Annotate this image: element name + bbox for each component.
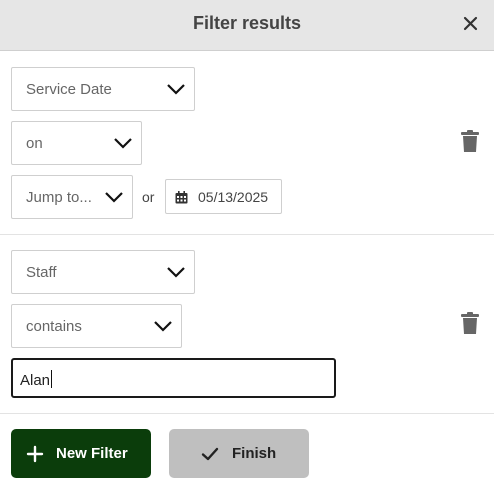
new-filter-button[interactable]: New Filter <box>11 429 151 478</box>
dialog-title: Filter results <box>192 13 302 33</box>
filter-operator-select[interactable]: on <box>11 121 142 165</box>
footer-divider <box>0 413 494 414</box>
filter-operator-value: on <box>26 135 43 152</box>
filter-field-select[interactable]: Staff <box>11 250 195 294</box>
filter-field-value: Service Date <box>26 81 112 98</box>
checkmark-icon <box>201 447 219 461</box>
date-input[interactable]: 05/13/2025 <box>165 179 282 214</box>
close-icon[interactable] <box>460 10 482 36</box>
filter-field-select[interactable]: Service Date <box>11 67 195 111</box>
calendar-icon <box>175 191 188 204</box>
finish-button[interactable]: Finish <box>169 429 309 478</box>
chevron-down-icon <box>154 321 172 332</box>
trash-icon[interactable] <box>460 129 480 153</box>
chevron-down-icon <box>114 138 132 149</box>
filter-divider <box>0 234 494 235</box>
filter-value-text: Alan <box>20 372 51 389</box>
chevron-down-icon <box>105 192 123 203</box>
chevron-down-icon <box>167 267 185 278</box>
jump-to-select[interactable]: Jump to... <box>11 175 133 219</box>
dialog-header: Filter results <box>0 0 494 51</box>
date-value: 05/13/2025 <box>198 189 269 205</box>
text-caret <box>51 370 53 388</box>
new-filter-label: New Filter <box>56 445 128 462</box>
trash-icon[interactable] <box>460 311 480 335</box>
filter-operator-select[interactable]: contains <box>11 304 182 348</box>
filter-field-value: Staff <box>26 264 57 281</box>
finish-label: Finish <box>232 445 277 462</box>
plus-icon <box>26 445 44 463</box>
filter-operator-value: contains <box>26 318 82 335</box>
jump-to-value: Jump to... <box>26 189 92 206</box>
or-label: or <box>142 189 155 205</box>
chevron-down-icon <box>167 84 185 95</box>
filter-value-input[interactable]: Alan <box>11 358 336 398</box>
